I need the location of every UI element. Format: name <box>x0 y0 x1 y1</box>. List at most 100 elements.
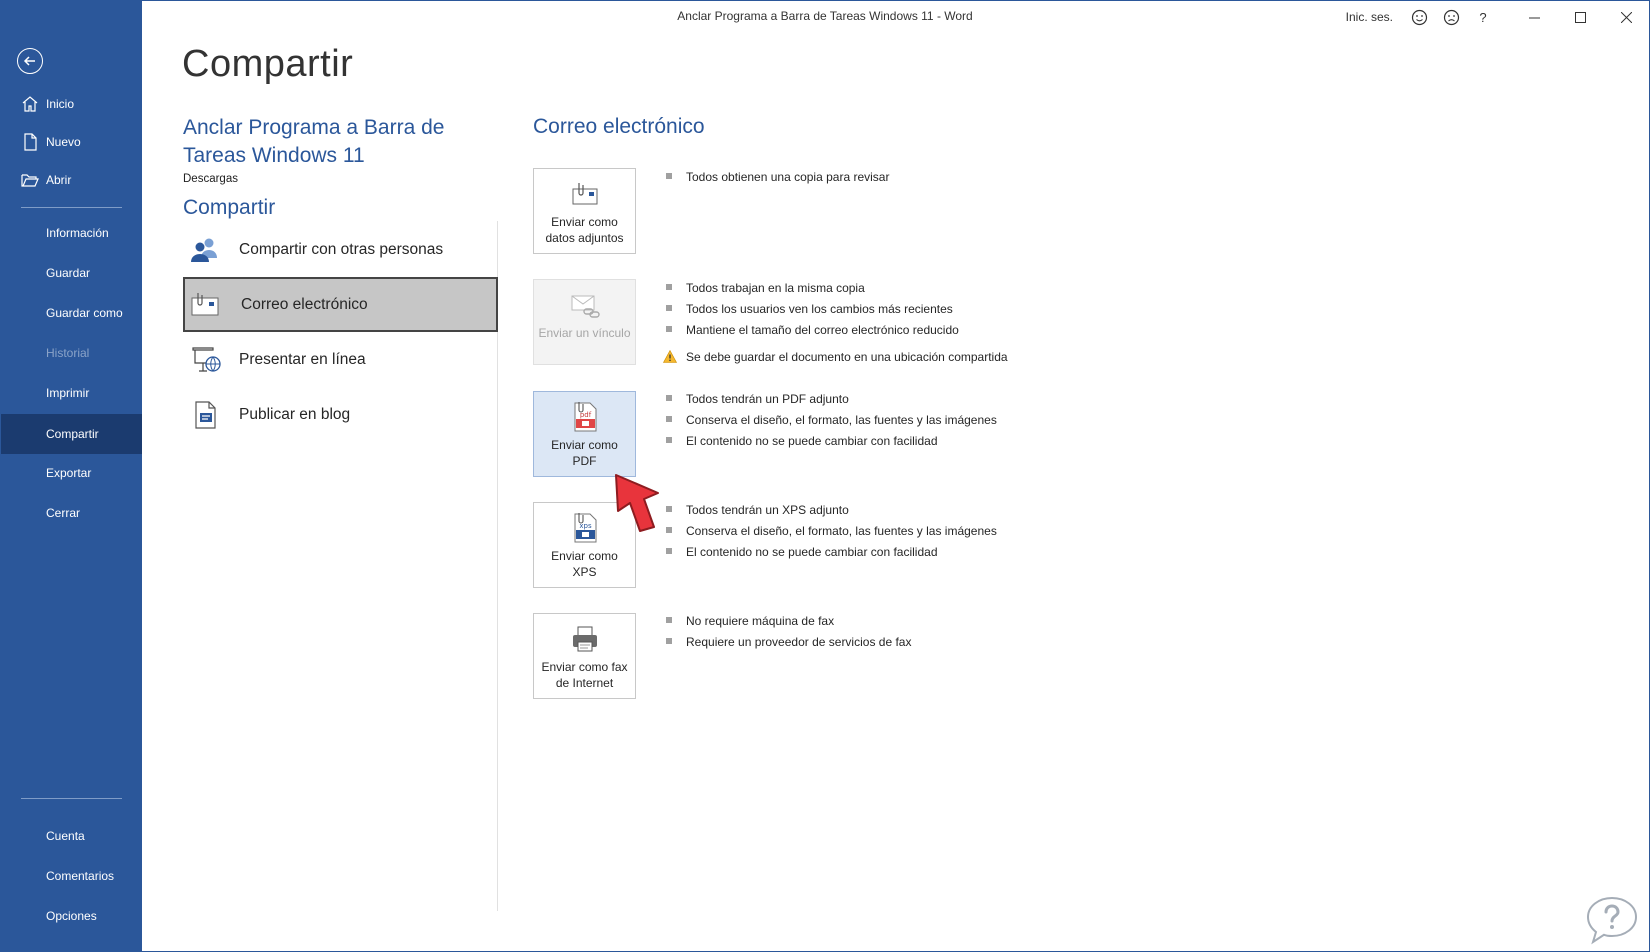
present-online-option[interactable]: Presentar en línea <box>183 332 498 387</box>
nav-nuevo[interactable]: Nuevo <box>1 123 142 161</box>
minimize-icon <box>1528 17 1540 18</box>
list-item: Requiere un proveedor de servicios de fa… <box>663 635 911 656</box>
nav-guardar[interactable]: Guardar <box>1 254 142 292</box>
email-link-icon <box>571 295 600 318</box>
nav-opciones[interactable]: Opciones <box>1 897 142 935</box>
nav-informacion-label: Información <box>46 226 109 240</box>
nav-inicio-label: Inicio <box>46 97 75 111</box>
warning-icon <box>663 350 677 363</box>
email-option[interactable]: Correo electrónico <box>183 277 498 332</box>
send-as-xps-label: Enviar como XPS <box>551 549 618 579</box>
document-name: Anclar Programa a Barra de Tareas Window… <box>183 116 445 167</box>
email-attachment-icon <box>572 183 597 205</box>
nav-cerrar[interactable]: Cerrar <box>1 494 142 532</box>
list-item: Todos tendrán un PDF adjunto <box>663 392 997 413</box>
list-item: Todos los usuarios ven los cambios más r… <box>663 302 1008 323</box>
backstage-sidebar: Inicio Nuevo Abrir Información Guardar G… <box>1 1 142 951</box>
back-arrow-button[interactable] <box>17 48 43 74</box>
nav-separator <box>21 207 122 208</box>
nav-guardar-como[interactable]: Guardar como <box>1 294 142 332</box>
nav-comentarios[interactable]: Comentarios <box>1 857 142 895</box>
nav-compartir[interactable]: Compartir <box>1 414 142 454</box>
nav-cerrar-label: Cerrar <box>46 506 81 520</box>
list-item: Conserva el diseño, el formato, las fuen… <box>663 413 997 434</box>
new-document-icon <box>24 133 37 151</box>
nav-exportar[interactable]: Exportar <box>1 454 142 492</box>
sign-in-link[interactable]: Inic. ses. <box>1346 10 1393 24</box>
titlebar-controls: Inic. ses. ? <box>1346 1 1649 33</box>
nav-abrir[interactable]: Abrir <box>1 161 142 199</box>
send-link-label: Enviar un vínculo <box>538 326 631 340</box>
pdf-icon: pdf <box>574 402 596 432</box>
warning-text: Se debe guardar el documento en una ubic… <box>686 350 1008 364</box>
email-icon <box>191 293 219 316</box>
nav-cuenta[interactable]: Cuenta <box>1 817 142 855</box>
nav-guardar-label: Guardar <box>46 266 91 280</box>
send-as-attachment-label: Enviar como datos adjuntos <box>545 215 624 245</box>
nav-opciones-label: Opciones <box>46 909 97 923</box>
publish-blog-option[interactable]: Publicar en blog <box>183 387 498 442</box>
list-item: Todos obtienen una copia para revisar <box>663 170 889 191</box>
list-item: No requiere máquina de fax <box>663 614 911 635</box>
fax-icon <box>572 626 597 652</box>
frown-feedback-button[interactable] <box>1435 1 1467 33</box>
people-icon <box>191 238 217 262</box>
help-button[interactable]: ? <box>1467 1 1499 33</box>
attachment-bullets: Todos obtienen una copia para revisar <box>663 170 889 191</box>
xps-bullets: Todos tendrán un XPS adjunto Conserva el… <box>663 503 997 566</box>
nav-informacion[interactable]: Información <box>1 214 142 252</box>
close-button[interactable] <box>1603 1 1649 33</box>
send-as-pdf-button[interactable]: pdf Enviar como PDF <box>533 391 636 477</box>
link-bullets: Todos trabajan en la misma copia Todos l… <box>663 281 1008 371</box>
warning-item: Se debe guardar el documento en una ubic… <box>663 350 1008 371</box>
svg-text:xps: xps <box>579 522 592 530</box>
back-arrow-icon <box>23 56 35 66</box>
nav-exportar-label: Exportar <box>46 466 92 480</box>
fax-bullets: No requiere máquina de fax Requiere un p… <box>663 614 911 656</box>
help-icon: ? <box>1479 9 1487 25</box>
nav-nuevo-label: Nuevo <box>46 135 81 149</box>
smile-icon <box>1411 9 1427 25</box>
publish-blog-label: Publicar en blog <box>239 405 351 423</box>
xps-icon: xps <box>574 513 596 543</box>
nav-historial: Historial <box>1 334 142 372</box>
nav-inicio[interactable]: Inicio <box>1 85 142 123</box>
nav-guardar-como-label: Guardar como <box>46 306 123 320</box>
page-title: Compartir <box>182 43 354 85</box>
list-item: Todos trabajan en la misma copia <box>663 281 1008 302</box>
frown-icon <box>1443 9 1459 25</box>
minimize-button[interactable] <box>1511 1 1557 33</box>
nav-imprimir[interactable]: Imprimir <box>1 374 142 412</box>
email-label: Correo electrónico <box>241 295 368 313</box>
nav-cuenta-label: Cuenta <box>46 829 85 843</box>
list-item: Mantiene el tamaño del correo electrónic… <box>663 323 1008 344</box>
red-pointer-arrow-icon <box>615 474 659 532</box>
home-icon <box>22 96 38 112</box>
svg-text:pdf: pdf <box>579 411 591 419</box>
word-window: Inicio Nuevo Abrir Información Guardar G… <box>0 0 1650 952</box>
present-online-icon <box>192 347 221 372</box>
send-as-pdf-label: Enviar como PDF <box>551 438 618 468</box>
nav-comentarios-label: Comentarios <box>46 869 115 883</box>
present-online-label: Presentar en línea <box>239 350 366 368</box>
maximize-button[interactable] <box>1557 1 1603 33</box>
list-item: Todos tendrán un XPS adjunto <box>663 503 997 524</box>
send-as-internet-fax-button[interactable]: Enviar como fax de Internet <box>533 613 636 699</box>
close-icon <box>1620 11 1632 23</box>
help-bubble-watermark-icon <box>1586 896 1638 945</box>
nav-historial-label: Historial <box>46 346 90 360</box>
share-with-people-label: Compartir con otras personas <box>239 240 444 258</box>
list-item: El contenido no se puede cambiar con fac… <box>663 434 997 455</box>
nav-imprimir-label: Imprimir <box>46 386 90 400</box>
email-panel-title: Correo electrónico <box>533 115 705 138</box>
maximize-icon <box>1574 11 1586 23</box>
send-as-attachment-button[interactable]: Enviar como datos adjuntos <box>533 168 636 254</box>
smile-feedback-button[interactable] <box>1403 1 1435 33</box>
share-with-people-option[interactable]: Compartir con otras personas <box>183 222 498 277</box>
document-location: Descargas <box>183 173 238 185</box>
list-item: El contenido no se puede cambiar con fac… <box>663 545 997 566</box>
nav-separator <box>21 798 122 799</box>
share-section-title: Compartir <box>183 196 276 219</box>
list-item: Conserva el diseño, el formato, las fuen… <box>663 524 997 545</box>
open-folder-icon <box>21 174 39 187</box>
